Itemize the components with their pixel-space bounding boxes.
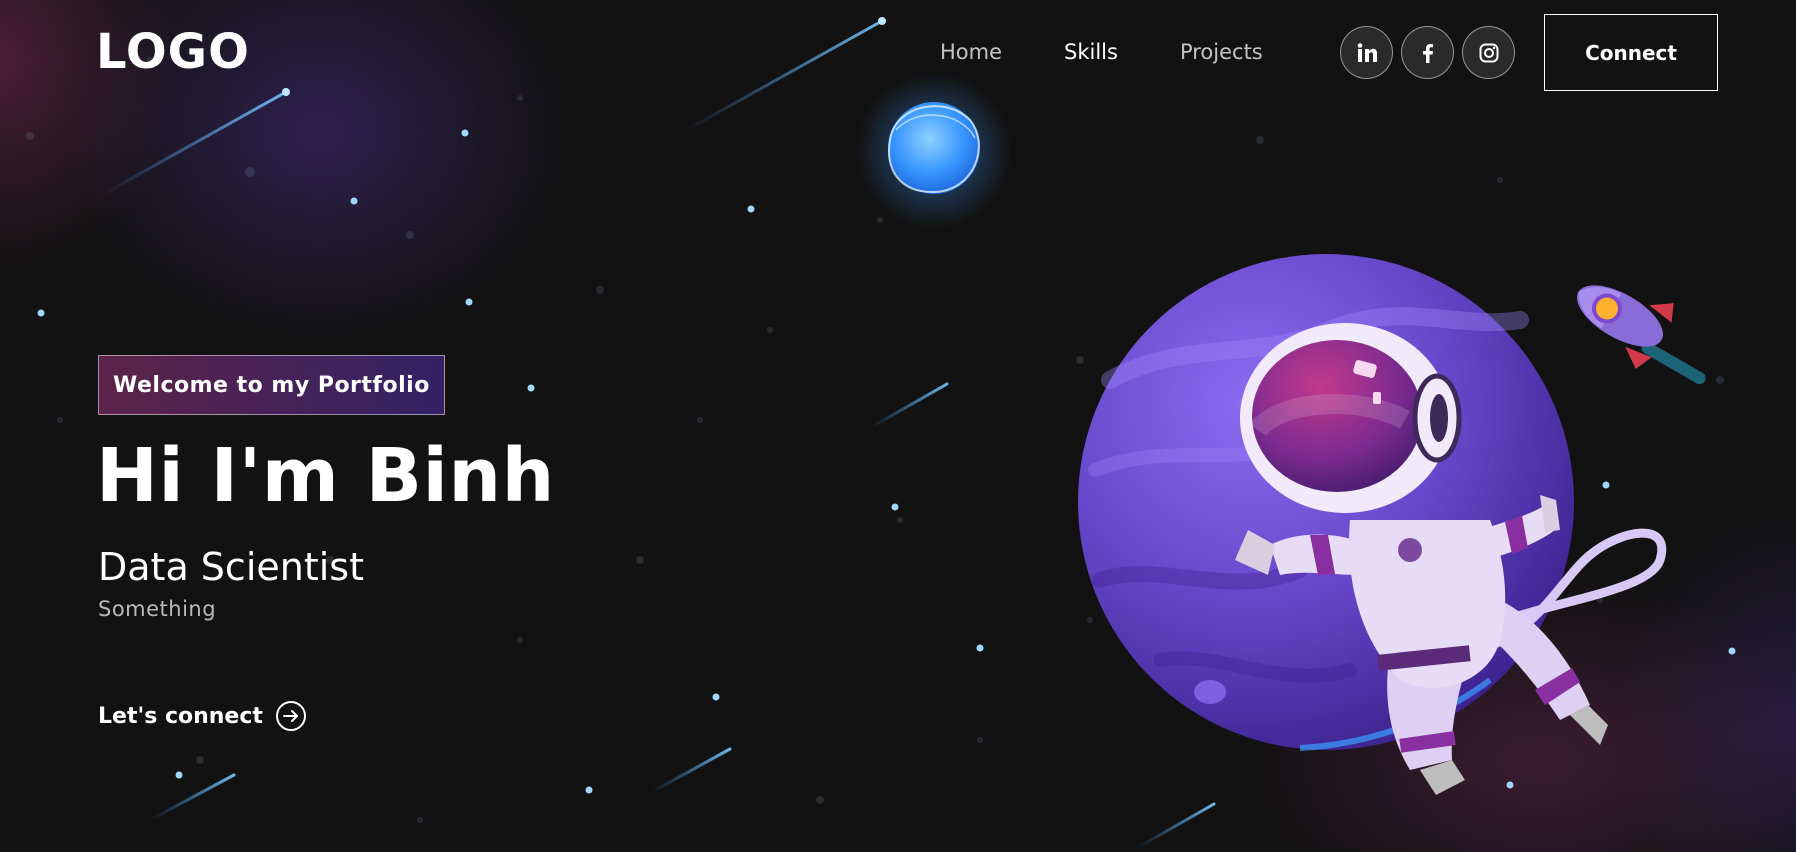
lets-connect-label: Let's connect <box>98 703 263 729</box>
arrow-right-circle-icon <box>275 701 306 731</box>
social-icons <box>1340 26 1515 79</box>
nav-link-projects[interactable]: Projects <box>1180 36 1263 68</box>
hero-role: Data Scientist <box>98 545 364 589</box>
hero-title: Hi I'm Binh <box>96 433 555 519</box>
logo[interactable]: LOGO <box>96 24 250 80</box>
nav-link-home[interactable]: Home <box>940 36 1002 68</box>
lets-connect-button[interactable]: Let's connect <box>98 700 307 732</box>
rocket <box>1577 285 1706 385</box>
nav-link-skills[interactable]: Skills <box>1064 36 1118 68</box>
facebook-icon <box>1422 43 1433 63</box>
blue-planet <box>888 102 980 194</box>
hero-background: LOGO Home Skills Projects Connect Welcom… <box>0 0 1796 852</box>
connect-button[interactable]: Connect <box>1544 14 1718 91</box>
hero-subtitle: Something <box>98 597 217 621</box>
linkedin-button[interactable] <box>1340 26 1393 79</box>
tagline-badge: Welcome to my Portfolio <box>98 355 445 415</box>
linkedin-icon <box>1357 42 1377 62</box>
facebook-button[interactable] <box>1401 26 1454 79</box>
instagram-icon <box>1479 43 1498 62</box>
instagram-button[interactable] <box>1462 26 1515 79</box>
main-nav: Home Skills Projects <box>940 36 1325 68</box>
